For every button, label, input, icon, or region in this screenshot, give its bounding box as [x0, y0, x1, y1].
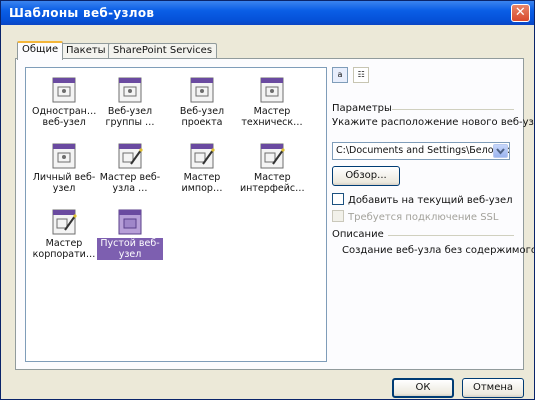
title-bar[interactable]: Шаблоны веб-узлов ✕	[1, 1, 534, 25]
location-label: Укажите расположение нового веб-узла:	[332, 117, 535, 128]
tab-panel-general: Одностран… веб-узел Веб-узел группы … Ве…	[15, 58, 534, 370]
wizard-icon	[260, 143, 285, 169]
description-group-title: Описание	[332, 229, 384, 240]
description-text: Создание веб-узла без содержимого.	[342, 245, 535, 256]
chevron-down-icon[interactable]	[493, 144, 508, 158]
location-value: C:\Documents and Settings\Белогор	[336, 145, 510, 156]
page-icon	[118, 77, 142, 103]
template-list[interactable]: Одностран… веб-узел Веб-узел группы … Ве…	[25, 67, 327, 362]
blank-page-icon	[118, 209, 142, 235]
wizard-icon	[190, 143, 215, 169]
tab-packages[interactable]: Пакеты	[61, 43, 111, 59]
details-view-button[interactable]: ☷	[353, 67, 370, 83]
ssl-checkbox: Требуется подключение SSL	[332, 210, 498, 223]
page-icon	[260, 77, 284, 103]
location-combobox[interactable]: C:\Documents and Settings\Белогор	[332, 142, 510, 160]
checkbox-box-disabled	[332, 210, 344, 222]
template-item[interactable]: Мастер веб-узла …	[97, 142, 163, 194]
template-label: Мастер корпорати…	[32, 238, 96, 260]
template-item[interactable]: Мастер техническ…	[239, 76, 305, 128]
site-templates-dialog: Шаблоны веб-узлов ✕ Общие Пакеты SharePo…	[0, 0, 535, 400]
template-label: Веб-узел проекта	[179, 106, 225, 128]
template-label: Одностран… веб-узел	[32, 106, 97, 128]
description-group-line	[388, 235, 514, 236]
page-icon	[52, 143, 76, 169]
options-pane: a ☷ Параметры Укажите расположение новог…	[328, 59, 534, 369]
large-icons-view-button[interactable]: a	[332, 67, 348, 83]
template-item[interactable]: Личный веб-узел	[31, 142, 97, 194]
template-item-selected[interactable]: Пустой веб-узел	[97, 208, 163, 260]
wizard-icon	[52, 209, 77, 235]
ok-button[interactable]: ОК	[392, 378, 454, 398]
page-icon	[190, 77, 214, 103]
window-title: Шаблоны веб-узлов	[9, 6, 155, 20]
template-item[interactable]: Веб-узел группы …	[97, 76, 163, 128]
params-group-title: Параметры	[332, 103, 392, 114]
template-item[interactable]: Мастер импор…	[169, 142, 235, 194]
template-label: Мастер интерфейс…	[240, 172, 305, 194]
cancel-button[interactable]: Отмена	[462, 378, 524, 398]
tab-general[interactable]: Общие	[17, 41, 64, 60]
template-label: Мастер техническ…	[241, 106, 303, 128]
close-button[interactable]: ✕	[511, 4, 530, 22]
close-icon: ✕	[514, 5, 527, 20]
template-label: Пустой веб-узел	[97, 238, 163, 260]
add-to-current-checkbox[interactable]: Добавить на текущий веб-узел	[332, 193, 513, 206]
template-label: Личный веб-узел	[32, 172, 96, 194]
template-label: Мастер веб-узла …	[99, 172, 161, 194]
template-label: Веб-узел группы …	[105, 106, 155, 128]
template-label: Мастер импор…	[181, 172, 223, 194]
add-to-current-label: Добавить на текущий веб-узел	[348, 195, 513, 206]
tab-sharepoint-services[interactable]: SharePoint Services	[108, 43, 218, 59]
ssl-label: Требуется подключение SSL	[348, 212, 499, 223]
params-group-line	[392, 109, 514, 110]
template-item[interactable]: Веб-узел проекта	[169, 76, 235, 128]
checkbox-box[interactable]	[332, 193, 344, 205]
template-item[interactable]: Мастер корпорати…	[31, 208, 97, 260]
template-item[interactable]: Одностран… веб-узел	[31, 76, 97, 128]
view-toggle: a ☷	[332, 67, 371, 83]
template-item[interactable]: Мастер интерфейс…	[239, 142, 305, 194]
browse-button[interactable]: Обзор...	[332, 166, 400, 186]
page-icon	[52, 77, 76, 103]
wizard-icon	[118, 143, 143, 169]
